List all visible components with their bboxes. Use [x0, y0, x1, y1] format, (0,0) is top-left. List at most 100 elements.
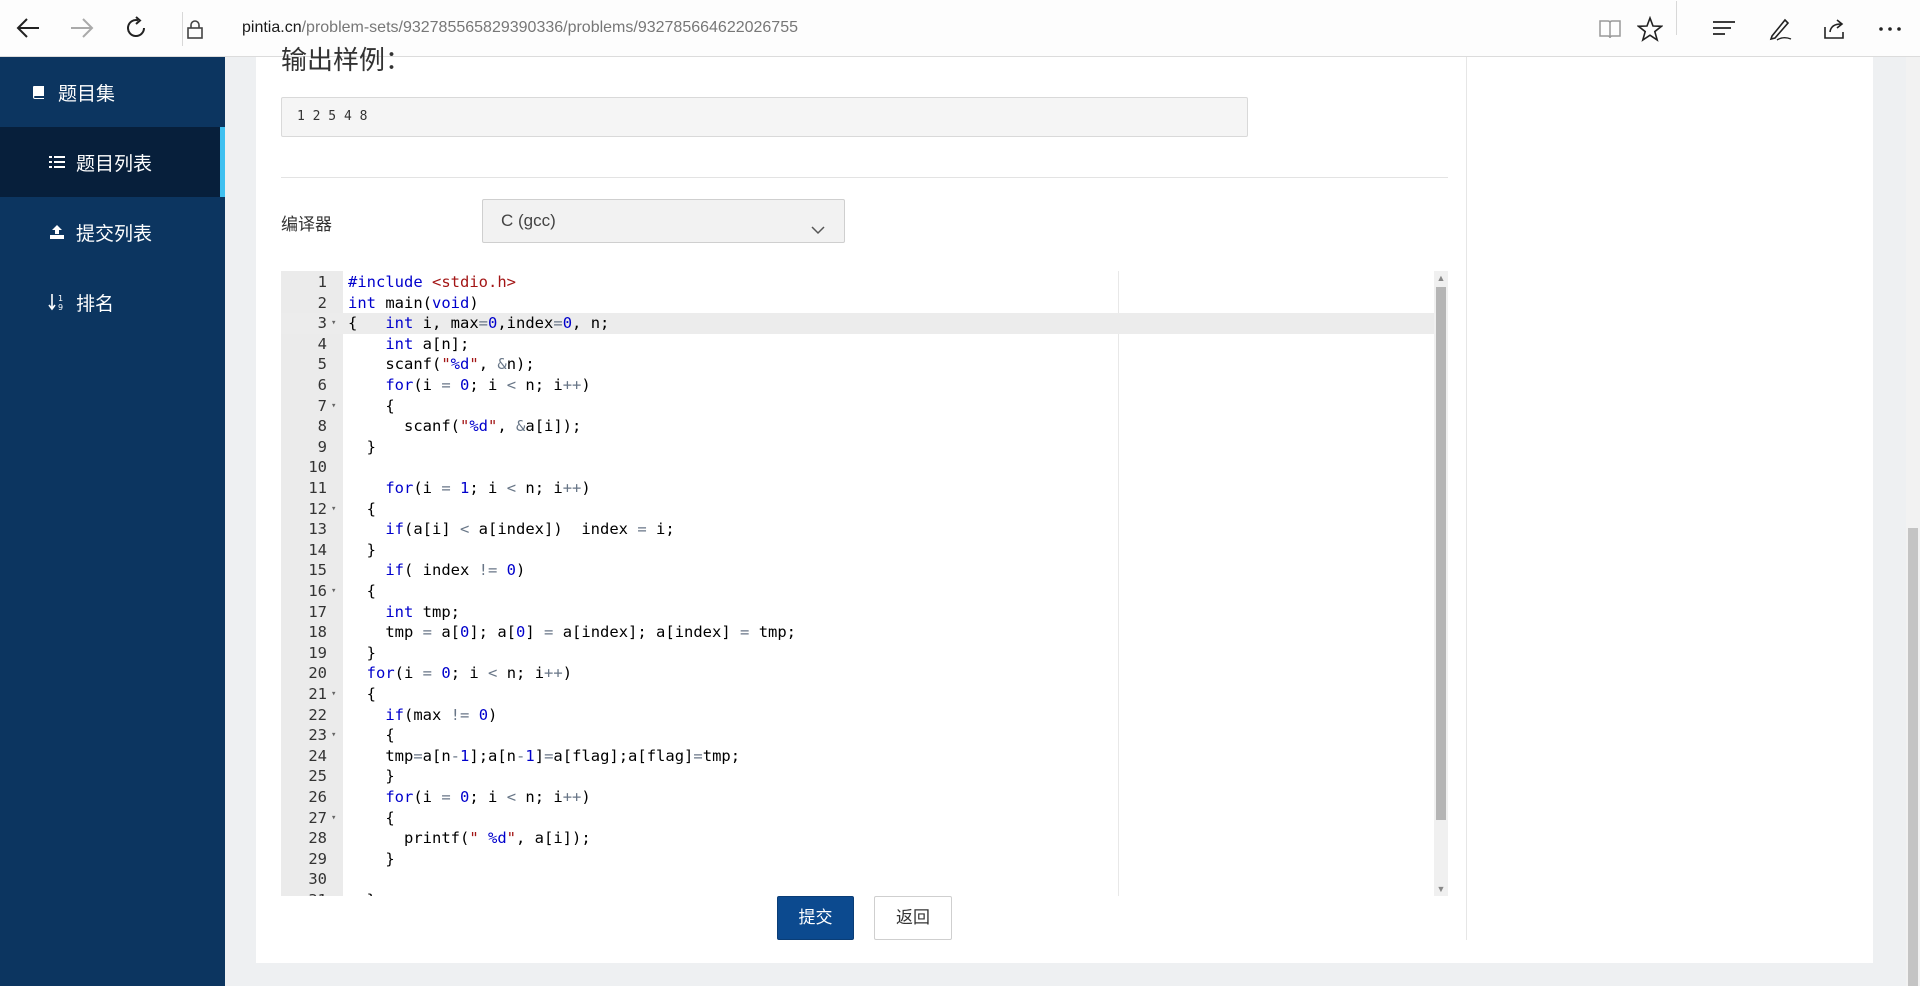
refresh-icon[interactable] — [120, 12, 152, 44]
fold-arrow-icon[interactable]: ▾ — [331, 396, 336, 417]
code-line[interactable]: 12 ▾ { — [281, 499, 1434, 520]
code-line[interactable]: 18 tmp = a[0]; a[0] = a[index]; a[index]… — [281, 622, 1434, 643]
line-number: 20 — [308, 664, 327, 683]
code-line[interactable]: 19 } — [281, 643, 1434, 664]
code-line[interactable]: 24 tmp=a[n-1];a[n-1]=a[flag];a[flag]=tmp… — [281, 746, 1434, 767]
line-number: 22 — [308, 705, 327, 724]
code-text: { — [348, 499, 376, 518]
fold-arrow-icon[interactable]: ▾ — [331, 499, 336, 520]
divider — [281, 177, 1448, 178]
back-arrow-icon[interactable] — [12, 12, 44, 44]
line-number: 9 — [317, 437, 327, 456]
code-text: for(i = 1; i < n; i++) — [385, 479, 591, 497]
compiler-label: 编译器 — [281, 215, 332, 234]
list-icon — [46, 151, 68, 173]
more-options-icon[interactable] — [1874, 13, 1906, 45]
svg-text:9: 9 — [58, 303, 63, 311]
code-line[interactable]: 22 if(max != 0) — [281, 705, 1434, 726]
scroll-down-icon[interactable]: ▼ — [1434, 882, 1448, 896]
line-number: 10 — [308, 458, 327, 477]
line-number: 27 — [308, 808, 327, 827]
code-line[interactable]: 27 ▾ { — [281, 808, 1434, 829]
output-sample: 1 2 5 4 8 — [281, 97, 1248, 137]
code-line[interactable]: 5 scanf("%d", &n); — [281, 354, 1434, 375]
hub-list-icon[interactable] — [1708, 13, 1740, 45]
url-text: pintia.cn/problem-sets/93278556582939033… — [242, 14, 798, 42]
line-number: 23 — [308, 726, 327, 745]
favorite-star-icon[interactable] — [1634, 13, 1666, 45]
scroll-up-icon[interactable]: ▲ — [1434, 271, 1448, 285]
share-icon[interactable] — [1819, 13, 1851, 45]
code-line[interactable]: 8 scanf("%d", &a[i]); — [281, 416, 1434, 437]
code-line[interactable]: 2 int main(void) — [281, 293, 1434, 314]
code-line[interactable]: 6 for(i = 0; i < n; i++) — [281, 375, 1434, 396]
sidebar-item-ranking[interactable]: 19 排名 — [0, 267, 225, 337]
code-editor[interactable]: 1 #include <stdio.h> 2 int main(void) 3 ▾{ in… — [281, 271, 1448, 896]
code-text: #include <stdio.h> — [348, 273, 516, 291]
code-text: int main(void) — [348, 293, 479, 312]
code-line[interactable]: 31 } — [281, 890, 1434, 896]
fold-arrow-icon[interactable]: ▾ — [331, 684, 336, 705]
compiler-select[interactable]: C (gcc) — [482, 199, 845, 243]
code-text: { — [348, 808, 395, 827]
line-number: 5 — [317, 355, 327, 374]
code-line[interactable]: 7 ▾ { — [281, 396, 1434, 417]
code-text: scanf("%d", &a[i]); — [348, 417, 582, 436]
code-line[interactable]: 16 ▾ { — [281, 581, 1434, 602]
sidebar: 题目集 题目列表 提交列表 19 排名 — [0, 57, 225, 986]
code-text: } — [348, 540, 376, 559]
sidebar-item-label: 提交列表 — [76, 223, 153, 245]
code-line[interactable]: 25 } — [281, 766, 1434, 787]
code-line[interactable]: 21 ▾ { — [281, 684, 1434, 705]
sidebar-item-problem-sets[interactable]: 题目集 — [0, 57, 225, 127]
code-text: } — [348, 437, 376, 456]
code-text: } — [348, 849, 395, 868]
fold-arrow-icon[interactable]: ▾ — [331, 581, 336, 602]
code-line[interactable]: 28 printf(" %d", a[i]); — [281, 828, 1434, 849]
code-line[interactable]: 26 for(i = 0; i < n; i++) — [281, 787, 1434, 808]
fold-arrow-icon[interactable]: ▾ — [331, 313, 336, 334]
code-line[interactable]: 20 for(i = 0; i < n; i++) — [281, 663, 1434, 684]
pen-note-icon[interactable] — [1764, 13, 1796, 45]
code-line[interactable]: 9 } — [281, 437, 1434, 458]
code-text: { — [348, 685, 376, 703]
sidebar-item-submissions[interactable]: 提交列表 — [0, 197, 225, 267]
code-line[interactable]: 30 — [281, 869, 1434, 890]
code-line[interactable]: 3 ▾ { int i, max=0,index=0, n; — [281, 313, 1434, 334]
line-number: 25 — [308, 767, 327, 786]
sidebar-item-problem-list[interactable]: 题目列表 — [0, 127, 225, 197]
code-text: } — [348, 890, 376, 896]
address-bar[interactable]: pintia.cn/problem-sets/93278556582939033… — [186, 14, 1566, 42]
line-number: 26 — [308, 788, 327, 806]
code-line[interactable]: 13 if(a[i] < a[index]) index = i; — [281, 519, 1434, 540]
line-number: 11 — [308, 479, 327, 497]
back-button[interactable]: 返回 — [874, 896, 952, 940]
forward-arrow-icon[interactable] — [66, 12, 98, 44]
code-text: tmp = a[0]; a[0] = a[index]; a[index] = … — [348, 623, 797, 642]
code-line[interactable]: 4 int a[n]; — [281, 334, 1434, 355]
code-line[interactable]: 14 } — [281, 540, 1434, 561]
code-text: { — [348, 582, 376, 600]
code-line[interactable]: 17 int tmp; — [281, 602, 1434, 623]
line-number: 18 — [308, 623, 327, 642]
submit-button[interactable]: 提交 — [777, 896, 854, 940]
reading-view-icon[interactable] — [1594, 13, 1626, 45]
code-text: if(a[i] < a[index]) index = i; — [385, 520, 675, 539]
svg-text:1: 1 — [58, 294, 63, 303]
fold-arrow-icon[interactable]: ▾ — [331, 808, 336, 829]
book-icon — [28, 81, 50, 103]
line-number: 30 — [308, 870, 327, 889]
code-line[interactable]: 11 for(i = 1; i < n; i++) — [281, 478, 1434, 499]
code-line[interactable]: 1 #include <stdio.h> — [281, 272, 1434, 293]
code-line[interactable]: 10 — [281, 457, 1434, 478]
url-domain: pintia.cn — [242, 19, 302, 36]
line-number: 24 — [308, 746, 327, 765]
editor-scrollbar-thumb[interactable] — [1436, 287, 1446, 820]
code-line[interactable]: 29 } — [281, 849, 1434, 870]
code-line[interactable]: 15 if( index != 0) — [281, 560, 1434, 581]
fold-arrow-icon[interactable]: ▾ — [331, 725, 336, 746]
code-text: for(i = 0; i < n; i++) — [385, 788, 591, 806]
page-scrollbar-thumb[interactable] — [1908, 528, 1918, 986]
code-line[interactable]: 23 ▾ { — [281, 725, 1434, 746]
code-text: for(i = 0; i < n; i++) — [385, 376, 591, 394]
